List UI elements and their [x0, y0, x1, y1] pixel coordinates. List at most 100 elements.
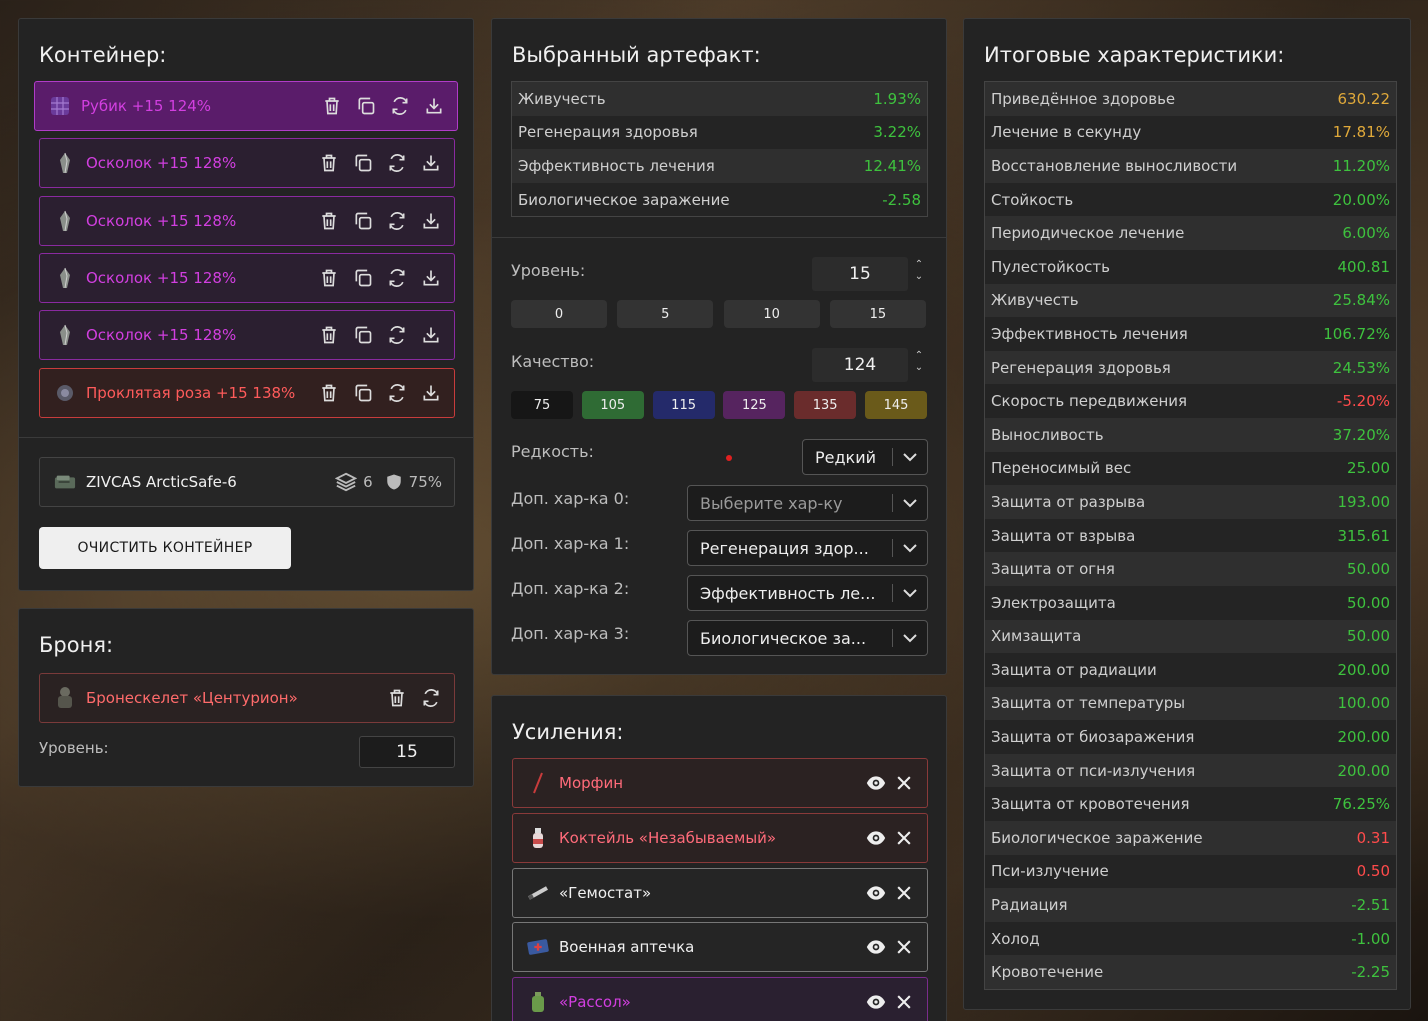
copy-icon[interactable] [352, 382, 374, 404]
eye-icon[interactable] [865, 936, 887, 958]
shield-icon [386, 474, 401, 490]
refresh-icon[interactable] [386, 267, 408, 289]
stat-value: 400.81 [1337, 257, 1391, 276]
level-preset-15[interactable]: 15 [829, 300, 926, 328]
close-icon[interactable] [893, 991, 915, 1013]
eye-icon[interactable] [865, 991, 887, 1013]
stat-name: Биологическое заражение [518, 190, 730, 209]
quality-input[interactable]: 124 [812, 348, 908, 382]
stat-row: Живучесть 1.93% [512, 82, 927, 116]
close-icon[interactable] [893, 772, 915, 794]
stat-value: 100.00 [1337, 694, 1391, 713]
artifact-row[interactable]: Рубик +15 124% [34, 81, 458, 131]
artifact-actions [318, 210, 442, 232]
copy-icon[interactable] [355, 95, 377, 117]
level-preset-10[interactable]: 10 [723, 300, 820, 328]
level-spinner[interactable]: ⌃ ⌄ [912, 259, 926, 283]
eye-icon[interactable] [865, 772, 887, 794]
quality-preset-105[interactable]: 105 [581, 391, 644, 419]
eye-icon[interactable] [865, 827, 887, 849]
artifact-row[interactable]: Осколок +15 128% [39, 195, 455, 246]
quality-preset-75[interactable]: 75 [511, 391, 573, 419]
stat-row: Кровотечение -2.25 [985, 955, 1396, 990]
close-icon[interactable] [893, 827, 915, 849]
stat-row: Живучесть 25.84% [985, 283, 1396, 318]
copy-icon[interactable] [352, 324, 374, 346]
boost-actions [865, 882, 915, 904]
artifact-row[interactable]: Осколок +15 128% [39, 138, 455, 189]
trash-icon[interactable] [318, 210, 340, 232]
clear-container-button[interactable]: ОЧИСТИТЬ КОНТЕЙНЕР [39, 527, 291, 569]
level-preset-5[interactable]: 5 [617, 300, 714, 328]
refresh-icon[interactable] [389, 95, 411, 117]
trash-icon[interactable] [318, 267, 340, 289]
armor-level-input[interactable]: 15 [359, 736, 455, 768]
artifact-stats-table: Живучесть 1.93% Регенерация здоровья 3.22% Э… [511, 81, 928, 218]
artifact-name: Осколок +15 128% [86, 268, 237, 287]
refresh-icon[interactable] [386, 324, 408, 346]
download-icon[interactable] [420, 267, 442, 289]
extra-stat-select-1[interactable]: Регенерация здор... [687, 530, 928, 566]
quality-preset-135[interactable]: 135 [794, 391, 857, 419]
download-icon[interactable] [420, 210, 442, 232]
container-card[interactable]: ZIVCAS ArcticSafe-6 6 75% [39, 457, 455, 507]
refresh-icon[interactable] [386, 152, 408, 174]
trash-icon[interactable] [318, 152, 340, 174]
copy-icon[interactable] [352, 152, 374, 174]
trash-icon[interactable] [318, 382, 340, 404]
artifact-row[interactable]: Осколок +15 128% [39, 252, 455, 303]
stat-row: Химзащита 50.00 [985, 619, 1396, 654]
rarity-select[interactable]: Редкий [802, 439, 928, 475]
download-icon[interactable] [420, 152, 442, 174]
artifact-name: Проклятая роза +15 138% [86, 383, 296, 402]
extra-stat-select-3[interactable]: Биологическое за... [687, 620, 928, 656]
boost-actions [865, 991, 915, 1013]
stat-name: Приведённое здоровье [991, 89, 1176, 108]
quality-preset-115[interactable]: 115 [652, 391, 715, 419]
refresh-icon[interactable] [420, 687, 442, 709]
quality-preset-125[interactable]: 125 [723, 391, 786, 419]
boost-row[interactable]: «Рассол» [512, 977, 928, 1021]
boost-row[interactable]: Коктейль «Незабываемый» [512, 812, 928, 863]
trash-icon[interactable] [386, 687, 408, 709]
stat-name: Защита от температуры [991, 694, 1186, 713]
stat-row: Защита от взрыва 315.61 [985, 518, 1396, 553]
eye-icon[interactable] [865, 882, 887, 904]
copy-icon[interactable] [352, 267, 374, 289]
artifact-row[interactable]: Осколок +15 128% [39, 310, 455, 361]
stat-row: Защита от разрыва 193.00 [985, 485, 1396, 519]
quality-spinner[interactable]: ⌃ ⌄ [912, 350, 926, 374]
download-icon[interactable] [423, 95, 445, 117]
extra-stat-select-0[interactable]: Выберите хар-ку [687, 485, 928, 521]
artifact-row[interactable]: Проклятая роза +15 138% [39, 367, 455, 418]
trash-icon[interactable] [318, 324, 340, 346]
trash-icon[interactable] [321, 95, 343, 117]
chevron-down-icon [893, 543, 927, 553]
download-icon[interactable] [420, 324, 442, 346]
armor-title: Броня: [39, 633, 114, 657]
boost-row[interactable]: Морфин [512, 758, 928, 808]
level-preset-0[interactable]: 0 [511, 300, 607, 328]
extra-stat-label: Доп. хар-ка 2: [511, 579, 630, 598]
chevron-down-icon [893, 452, 927, 462]
container-icon [54, 471, 76, 493]
download-icon[interactable] [420, 382, 442, 404]
stat-value: 17.81% [1332, 123, 1390, 142]
level-input[interactable]: 15 [812, 257, 908, 291]
extra-stat-select-2[interactable]: Эффективность ле... [687, 575, 928, 611]
armor-item[interactable]: Бронескелет «Центурион» [39, 673, 455, 723]
refresh-icon[interactable] [386, 210, 408, 232]
boost-row[interactable]: Военная аптечка [512, 922, 928, 973]
artifact-actions [318, 152, 442, 174]
stat-row: Скорость передвижения -5.20% [985, 384, 1396, 418]
close-icon[interactable] [893, 936, 915, 958]
quality-preset-145[interactable]: 145 [865, 391, 927, 419]
totals-table: Приведённое здоровье 630.22 Лечение в секу… [984, 81, 1397, 991]
refresh-icon[interactable] [386, 382, 408, 404]
boost-row[interactable]: «Гемостат» [512, 867, 928, 918]
close-icon[interactable] [893, 882, 915, 904]
rarity-value: Редкий [815, 447, 877, 467]
boost-name: Военная аптечка [559, 938, 695, 957]
copy-icon[interactable] [352, 210, 374, 232]
stat-row: Электрозащита 50.00 [985, 585, 1396, 620]
